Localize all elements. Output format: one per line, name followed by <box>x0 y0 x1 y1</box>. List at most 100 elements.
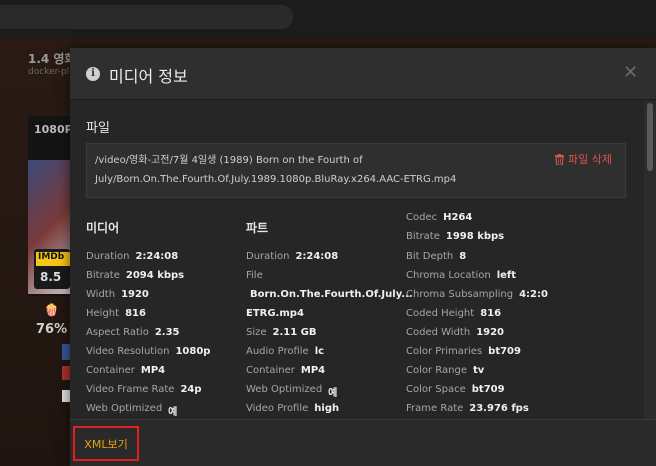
stream-value: 8 <box>459 251 467 262</box>
part-heading: 파트 <box>246 221 269 235</box>
part-file-value: ETRG.mp4 <box>246 308 304 319</box>
stream-value: bt709 <box>488 346 521 357</box>
file-heading: 파일 <box>86 121 110 136</box>
part-value: MP4 <box>300 365 326 376</box>
media-value: 2094 kbps <box>125 270 185 281</box>
part-row: Duration 2:24:08 <box>246 251 338 262</box>
media-row: Duration 2:24:08 <box>86 251 178 262</box>
scrollbar-thumb[interactable] <box>647 103 653 171</box>
part-label: Size <box>246 327 267 338</box>
media-heading: 미디어 <box>86 221 120 235</box>
stream-value: 23.976 fps <box>469 403 529 414</box>
stream-value: 4:2:0 <box>519 289 548 300</box>
stream-label: Codec <box>406 212 438 223</box>
part-value: high <box>314 403 340 414</box>
poster-fragment <box>62 390 70 402</box>
stream-label: Color Space <box>406 384 466 395</box>
info-icon: i <box>86 67 100 81</box>
stream-row: Coded Height 816 <box>406 308 501 319</box>
stream-row: Chroma Subsampling 4:2:0 <box>406 289 548 300</box>
media-label: Video Frame Rate <box>86 384 175 395</box>
trash-icon <box>555 153 564 165</box>
media-label: Width <box>86 289 116 300</box>
part-value: 2.11 GB <box>272 327 317 338</box>
media-label: Duration <box>86 251 130 262</box>
stream-value: 816 <box>480 308 502 319</box>
media-row: Height 816 <box>86 308 146 319</box>
stream-value: 1998 kbps <box>445 231 505 242</box>
stream-label: Bit Depth <box>406 251 454 262</box>
popcorn-icon: 🍿 <box>44 303 59 317</box>
media-row: Bitrate 2094 kbps <box>86 270 184 281</box>
stream-value: tv <box>472 365 485 376</box>
media-row: Web Optimized 예 <box>86 403 177 418</box>
modal-scrollbar[interactable] <box>644 101 656 419</box>
media-value: 24p <box>180 384 202 395</box>
media-value: 2.35 <box>154 327 180 338</box>
stream-value: bt709 <box>471 384 505 395</box>
stream-label: Frame Rate <box>406 403 464 414</box>
media-row: Video Resolution 1080p <box>86 346 210 357</box>
part-row: Container MP4 <box>246 365 325 376</box>
media-value: 816 <box>125 308 146 319</box>
media-value: MP4 <box>140 365 166 376</box>
part-row: Video Profile high <box>246 403 339 414</box>
file-path-line: /video/영화-고전/7월 4일생 (1989) Born on the F… <box>95 155 363 166</box>
media-info-modal: i 미디어 정보 ✕ 파일 /video/영화-고전/7월 4일생 (1989)… <box>70 48 656 466</box>
stream-row: Chroma Location left <box>406 270 516 281</box>
poster-fragment <box>62 344 70 360</box>
media-label: Aspect Ratio <box>86 327 149 338</box>
part-file-value: Born.On.The.Fourth.Of.July... <box>250 289 413 300</box>
media-row: Container MP4 <box>86 365 165 376</box>
part-value: lc <box>314 346 325 357</box>
stream-value: left <box>496 270 517 281</box>
part-row: Born.On.The.Fourth.Of.July... <box>250 289 413 300</box>
part-label: Video Profile <box>246 403 309 414</box>
stream-label: Bitrate <box>406 231 440 242</box>
close-icon[interactable]: ✕ <box>623 62 638 83</box>
imdb-score: 8.5 <box>40 270 62 284</box>
media-value: 1080p <box>175 346 211 357</box>
audience-score: 76% <box>36 322 68 337</box>
part-label: Audio Profile <box>246 346 309 357</box>
part-value: 예 <box>328 388 338 399</box>
stream-row: Color Primaries bt709 <box>406 346 521 357</box>
media-label: Bitrate <box>86 270 120 281</box>
stream-row: Codec H264 <box>406 212 472 223</box>
view-xml-button[interactable]: XML보기 <box>73 426 139 461</box>
poster-fragment <box>62 366 70 380</box>
part-row: Web Optimized 예 <box>246 384 337 399</box>
delete-file-button[interactable]: 파일 삭제 <box>555 151 612 167</box>
part-row: Audio Profile lc <box>246 346 324 357</box>
media-label: Height <box>86 308 120 319</box>
stream-label: Chroma Location <box>406 270 491 281</box>
media-value: 2:24:08 <box>135 251 179 262</box>
media-row: Width 1920 <box>86 289 149 300</box>
part-label: Web Optimized <box>246 384 323 395</box>
part-value: 2:24:08 <box>295 251 339 262</box>
part-row: ETRG.mp4 <box>246 308 304 319</box>
stream-label: Coded Width <box>406 327 471 338</box>
section-title: 1.4 영화 <box>28 52 76 66</box>
media-row: Aspect Ratio 2.35 <box>86 327 180 338</box>
imdb-logo: IMDb <box>36 252 70 266</box>
part-row: Size 2.11 GB <box>246 327 317 338</box>
file-path-line: July/Born.On.The.Fourth.Of.July.1989.108… <box>95 174 457 185</box>
modal-body[interactable]: 파일 /video/영화-고전/7월 4일생 (1989) Born on th… <box>70 101 656 419</box>
part-label: File <box>246 270 263 281</box>
stream-label: Color Range <box>406 365 467 376</box>
search-bar[interactable] <box>0 5 293 29</box>
stream-label: Coded Height <box>406 308 475 319</box>
part-label: Container <box>246 365 295 376</box>
stream-row: Bitrate 1998 kbps <box>406 231 504 242</box>
stream-row: Color Range tv <box>406 365 484 376</box>
media-row: Video Frame Rate 24p <box>86 384 202 395</box>
media-label: Video Resolution <box>86 346 170 357</box>
stream-label: Color Primaries <box>406 346 483 357</box>
stream-row: Color Space bt709 <box>406 384 505 395</box>
resolution-badge: 1080P <box>34 123 73 136</box>
delete-file-label: 파일 삭제 <box>568 153 612 166</box>
stream-label: Chroma Subsampling <box>406 289 514 300</box>
stream-row: Bit Depth 8 <box>406 251 466 262</box>
stream-row: Frame Rate 23.976 fps <box>406 403 529 414</box>
